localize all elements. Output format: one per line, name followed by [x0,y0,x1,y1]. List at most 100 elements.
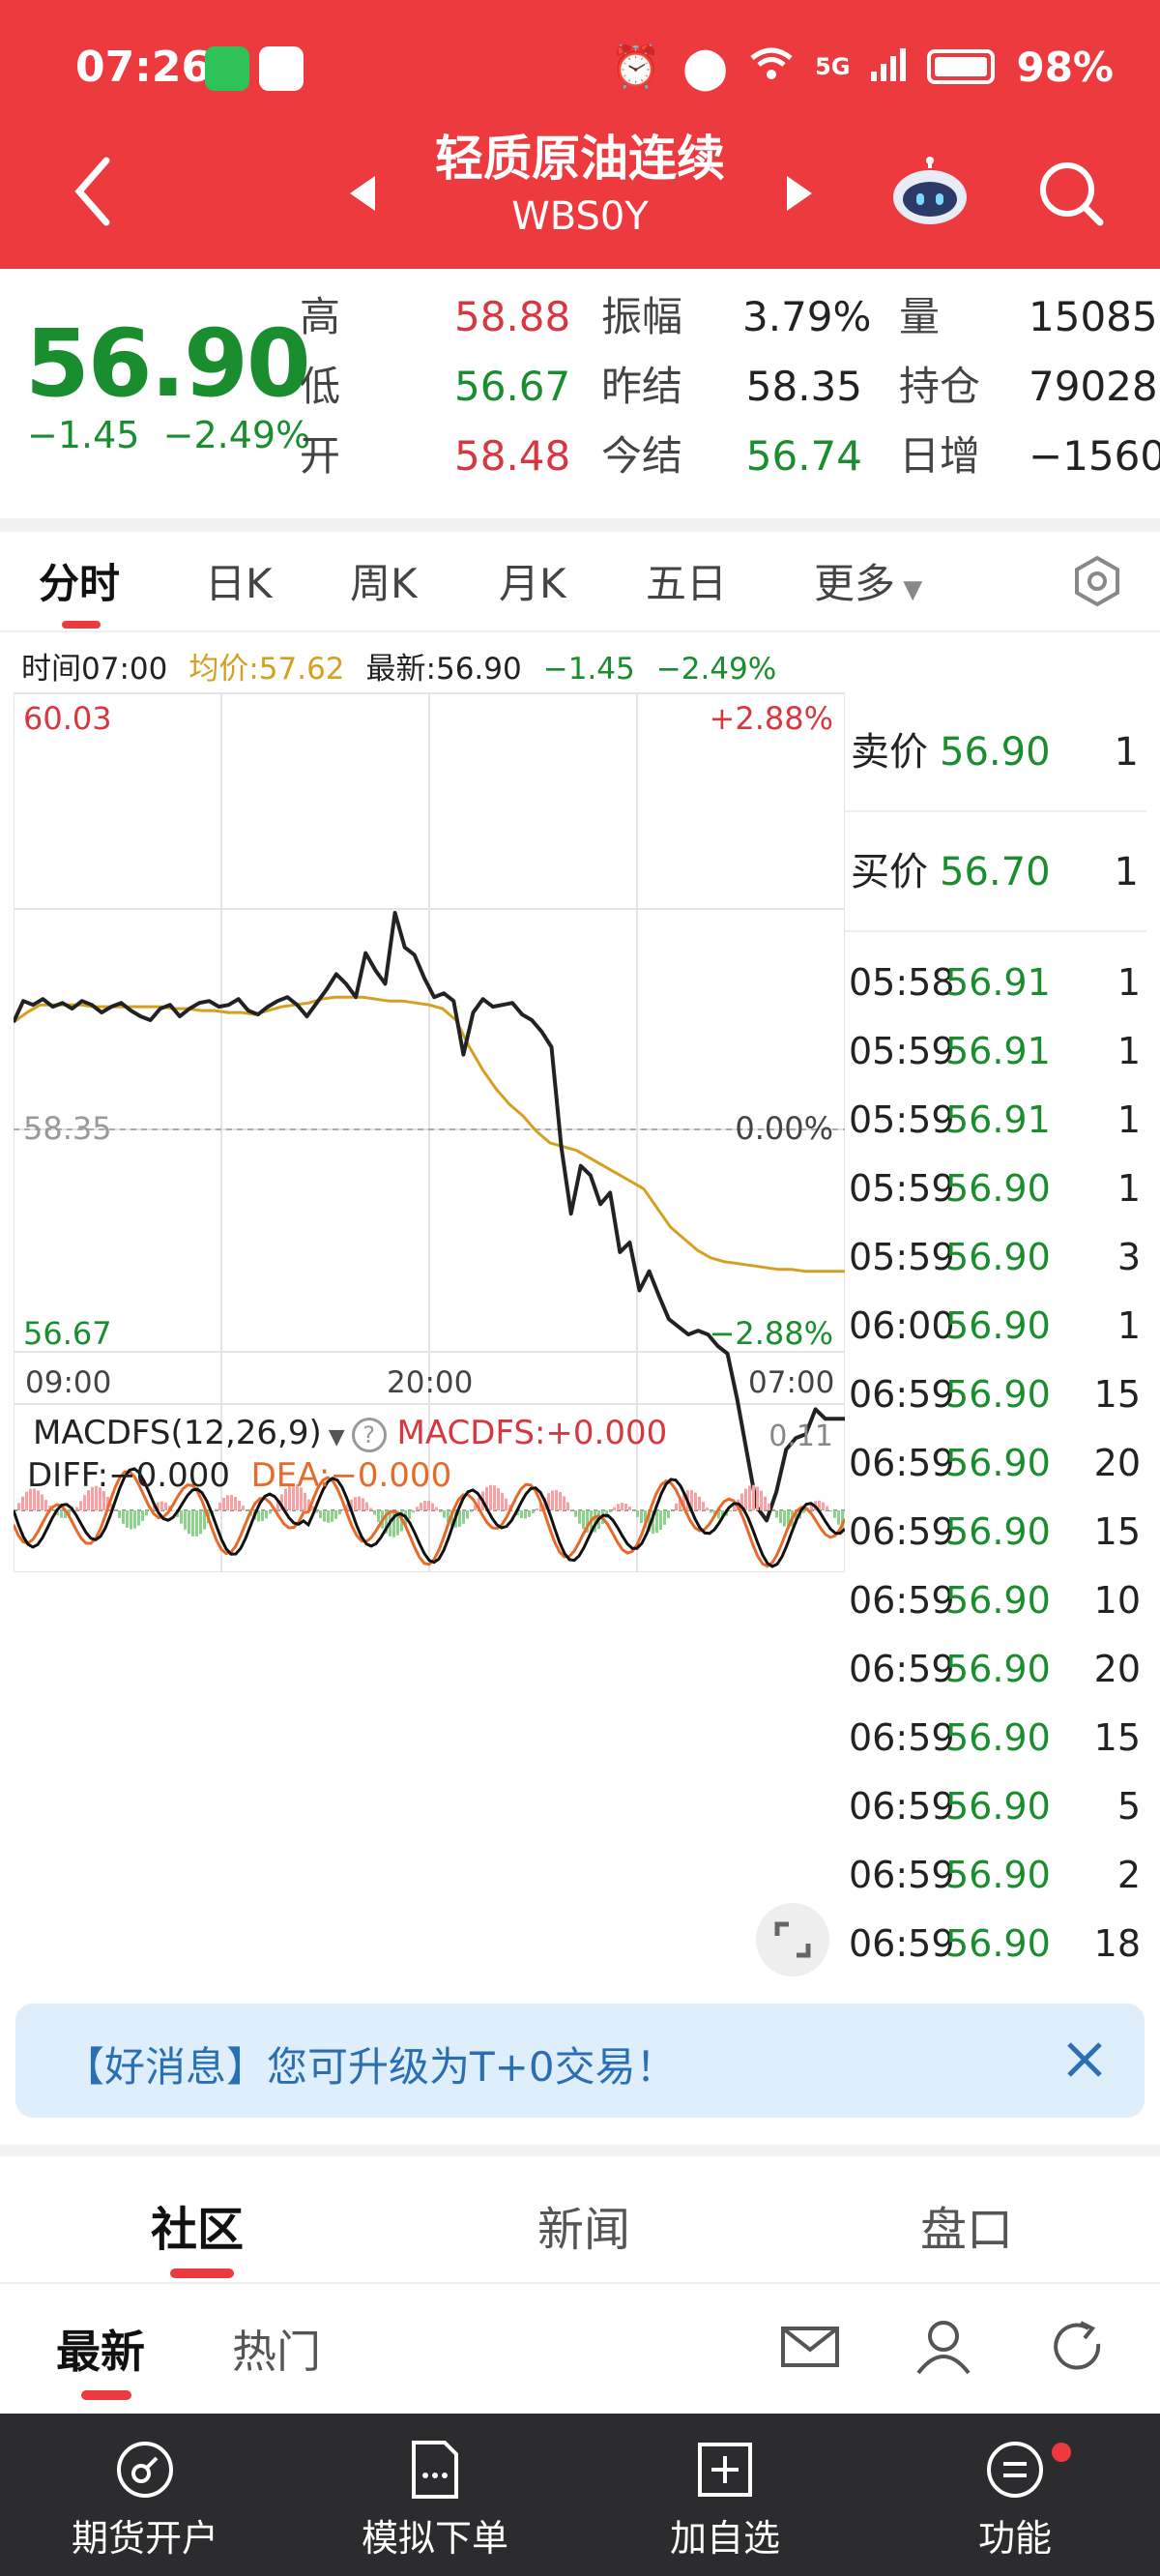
bid-row[interactable]: 买价 56.70 1 [845,812,1146,932]
macd-bar [362,1498,364,1510]
fullscreen-icon[interactable] [754,1901,831,1978]
tab-five-day[interactable]: 五日 [646,551,727,610]
tab-news[interactable]: 新闻 [537,2191,630,2259]
pct-axis-bottom-label: −2.88% [709,1315,833,1352]
back-icon[interactable] [70,155,116,228]
volume-label: 量 [899,293,941,340]
tick-volume: 2 [1116,1854,1141,1896]
alarm-icon: ⏰ [610,43,662,90]
macd-bar [489,1484,492,1510]
tab-intraday[interactable]: 分时 [39,551,120,610]
nav-add-watchlist[interactable]: 加自选 [580,2414,870,2576]
tick-time: 05:59 [849,1236,955,1278]
tab-latest[interactable]: 最新 [56,2317,145,2381]
tick-time: 05:59 [849,1030,955,1072]
open-interest-label: 持仓 [899,363,981,410]
tab-daily-k[interactable]: 日K [205,551,273,610]
nav-open-account[interactable]: 期货开户 [0,2414,290,2576]
tick-price: 56.90 [945,1167,1051,1210]
macd-bar [122,1510,125,1524]
document-icon [412,2441,458,2499]
macd-bar [431,1503,434,1510]
tab-hot[interactable]: 热门 [232,2317,321,2381]
macd-bar [833,1510,836,1518]
macd-bar [195,1510,198,1537]
macd-bar [663,1510,666,1525]
tick-volume: 20 [1093,1648,1141,1690]
macd-bar [764,1496,767,1510]
macd-bar [613,1507,616,1510]
intraday-chart[interactable]: 60.03 +2.88% 58.35 0.00% 56.67 −2.88% 09… [12,691,847,1573]
close-icon[interactable] [1059,2034,1110,2085]
macd-bar [184,1510,187,1530]
macd-bar [802,1510,805,1513]
tick-volume: 1 [1116,961,1141,1004]
macd-bar [694,1492,697,1510]
mail-icon[interactable] [779,2315,841,2377]
tick-volume: 15 [1093,1373,1141,1416]
macd-bar [369,1508,372,1510]
macd-bar [423,1500,426,1510]
macd-bar [462,1510,465,1524]
notification-dot [1052,2443,1071,2462]
indicator-dropdown-icon[interactable]: ▼ [322,1425,352,1449]
next-contract-icon[interactable] [787,176,812,211]
x-axis-start-label: 09:00 [25,1365,112,1400]
macd-bar [760,1490,763,1510]
macd-bar [269,1510,272,1514]
tick-time: 06:59 [849,1922,955,1965]
macd-bar [327,1510,330,1523]
ask-row[interactable]: 卖价 56.90 1 [845,692,1146,812]
robot-assistant-icon[interactable] [889,157,971,226]
battery-percent: 98% [1016,43,1114,91]
macd-bar [555,1489,558,1510]
tick-price: 56.90 [945,1716,1051,1759]
tab-community[interactable]: 社区 [151,2191,244,2259]
macd-bar [501,1492,504,1510]
refresh-icon[interactable] [1046,2315,1108,2377]
page-title: 轻质原油连续 [435,131,725,187]
macd-bar [230,1495,233,1510]
macd-bar [137,1510,140,1526]
chevron-down-icon: ▼ [895,575,923,604]
macd-bar [412,1510,415,1513]
tab-more[interactable]: 更多 ▼ [814,551,922,610]
nav-functions[interactable]: 功能 [870,2414,1160,2576]
macd-bar [365,1502,368,1510]
x-axis-end-label: 07:00 [748,1365,835,1400]
search-icon[interactable] [1036,159,1106,228]
macd-bar [261,1510,264,1522]
macd-bar [536,1508,538,1510]
macd-bar [640,1510,643,1524]
tick-time: 06:59 [849,1442,955,1484]
user-icon[interactable] [913,2315,974,2377]
macd-bar [744,1488,747,1510]
macd-bar [636,1510,639,1517]
macd-bar [756,1486,759,1510]
macd-bar [435,1507,438,1510]
macd-bar [771,1510,774,1511]
macd-bar [265,1510,268,1519]
macd-bar [617,1504,620,1510]
promo-banner[interactable]: 【好消息】您可升级为T+0交易！ [15,2004,1145,2118]
macd-bar [188,1510,190,1535]
macd-indicator-name[interactable]: MACDFS(12,26,9) [33,1414,322,1452]
tick-volume: 15 [1093,1510,1141,1553]
y-axis-mid-label: 58.35 [23,1110,112,1147]
settings-icon[interactable] [1071,555,1123,607]
tab-weekly-k[interactable]: 周K [350,551,418,610]
macd-bar [416,1507,419,1510]
amp-label: 振幅 [601,293,683,340]
tab-monthly-k[interactable]: 月K [499,551,566,610]
macd-bar [130,1510,132,1530]
macd-bar [75,1507,78,1510]
nav-functions-label: 功能 [977,2517,1052,2560]
macd-bar [443,1510,446,1518]
nav-simulated-order[interactable]: 模拟下单 [290,2414,580,2576]
macd-bar [702,1502,705,1510]
help-icon[interactable]: ? [351,1417,387,1452]
tick-time: 06:59 [849,1579,955,1622]
macd-bar [238,1500,241,1510]
tab-market-depth[interactable]: 盘口 [920,2191,1013,2259]
info-change-pct: −2.49% [655,652,777,687]
